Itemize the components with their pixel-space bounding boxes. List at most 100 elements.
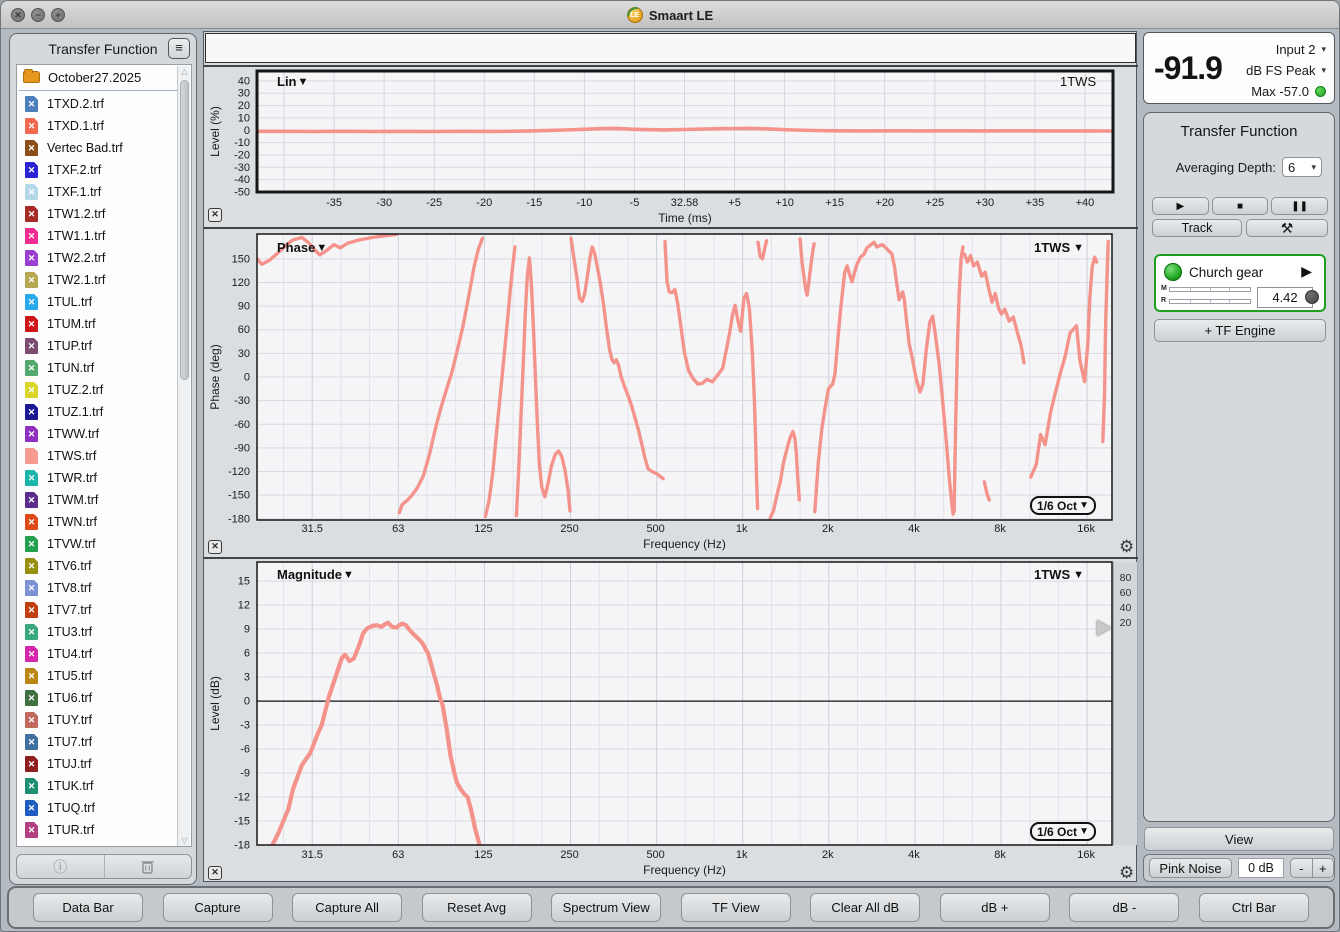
coherence-pointer[interactable] (1097, 620, 1111, 636)
list-item[interactable]: ✕1TU4.trf (17, 643, 191, 665)
list-item[interactable]: ✕1TUZ.1.trf (17, 401, 191, 423)
list-item[interactable]: ✕1TWM.trf (17, 489, 191, 511)
list-item[interactable]: ✕1TUK.trf (17, 775, 191, 797)
list-item[interactable]: ✕1TU7.trf (17, 731, 191, 753)
toolbar-button-db-[interactable]: dB + (940, 893, 1050, 922)
list-item[interactable]: ✕1TWR.trf (17, 467, 191, 489)
phase-settings-button[interactable]: ⚙ (1119, 538, 1134, 555)
title-bar[interactable]: ✕ − + LE Smaart LE (1, 1, 1339, 29)
level-minus-button[interactable]: - (1290, 858, 1313, 878)
trf-file-icon: ✕ (25, 272, 38, 288)
lin-title-dropdown[interactable]: Lin▼ (277, 74, 308, 89)
info-button[interactable]: ⓘ (17, 855, 104, 878)
scrollbar[interactable]: △ ▽ (177, 66, 190, 847)
magnitude-settings-button[interactable]: ⚙ (1119, 864, 1134, 881)
list-item[interactable]: ✕1TUR.trf (17, 819, 191, 841)
lin-close-button[interactable]: ✕ (208, 208, 222, 222)
magnitude-plot[interactable]: 31.5631252505001k2k4k8k16k15129630-3-6-9… (204, 559, 1138, 885)
list-item[interactable]: ✕1TUM.trf (17, 313, 191, 335)
list-item[interactable]: ✕1TUL.trf (17, 291, 191, 313)
list-item[interactable]: ✕1TUN.trf (17, 357, 191, 379)
toolbar-button-tf-view[interactable]: TF View (681, 893, 791, 922)
trf-file-icon: ✕ (25, 294, 38, 310)
engine-play-button[interactable]: ▶ (1301, 263, 1312, 280)
generator-level-field[interactable]: 0 dB (1238, 858, 1284, 878)
list-item[interactable]: ✕Vertec Bad.trf (17, 137, 191, 159)
play-button[interactable]: ▶ (1152, 197, 1209, 215)
toolbar-button-db-[interactable]: dB - (1069, 893, 1179, 922)
magnitude-close-button[interactable]: ✕ (208, 866, 222, 880)
list-item[interactable]: ✕1TW1.1.trf (17, 225, 191, 247)
lin-plot[interactable]: -35-30-25-20-15-10-532.58+5+10+15+20+25+… (204, 67, 1138, 229)
list-item[interactable]: ✕1TU5.trf (17, 665, 191, 687)
magnitude-legend-dropdown[interactable]: 1TWS▼ (1034, 567, 1084, 582)
sidebar-menu-button[interactable]: ≡ (168, 38, 190, 59)
folder-divider-bottom (19, 845, 189, 847)
toolbar-button-spectrum-view[interactable]: Spectrum View (551, 893, 661, 922)
folder-row[interactable]: October27.2025 (17, 65, 191, 89)
toolbar-button-capture-all[interactable]: Capture All (292, 893, 402, 922)
list-item[interactable]: ✕1TU3.trf (17, 621, 191, 643)
list-item[interactable]: ✕1TU6.trf (17, 687, 191, 709)
list-item[interactable]: ✕1TW2.2.trf (17, 247, 191, 269)
list-item[interactable]: ✕1TXD.2.trf (17, 93, 191, 115)
list-item[interactable]: ✕1TXF.2.trf (17, 159, 191, 181)
close-icon: ✕ (211, 209, 219, 219)
phase-legend-dropdown[interactable]: 1TWS▼ (1034, 240, 1084, 255)
list-item[interactable]: 1TWS.trf (17, 445, 191, 467)
input-select[interactable]: Input 2▾ (1246, 39, 1326, 60)
list-item[interactable]: ✕1TUZ.2.trf (17, 379, 191, 401)
magnitude-title-dropdown[interactable]: Magnitude▼ (277, 567, 354, 582)
list-item[interactable]: ✕1TV8.trf (17, 577, 191, 599)
toolbar-button-capture[interactable]: Capture (163, 893, 273, 922)
pause-button[interactable]: ❚❚ (1271, 197, 1328, 215)
scroll-down-icon[interactable]: ▽ (178, 835, 191, 847)
svg-text:6: 6 (244, 648, 250, 660)
add-tf-engine-button[interactable]: + TF Engine (1154, 319, 1326, 342)
list-item[interactable]: ✕1TUJ.trf (17, 753, 191, 775)
meter-unit-select[interactable]: dB FS Peak▾ (1246, 60, 1326, 81)
tf-engine[interactable]: Church gear ▶ M R 4.42 (1154, 254, 1326, 312)
m-slider[interactable] (1169, 287, 1251, 292)
scrollbar-thumb[interactable] (180, 80, 189, 380)
list-item[interactable]: ✕1TUQ.trf (17, 797, 191, 819)
file-list[interactable]: October27.2025 ✕1TXD.2.trf✕1TXD.1.trf✕Ve… (16, 64, 192, 847)
phase-octave-button[interactable]: 1/6 Oct▼ (1030, 496, 1096, 515)
list-item[interactable]: ✕1TWW.trf (17, 423, 191, 445)
list-item[interactable]: ✕1TW1.2.trf (17, 203, 191, 225)
phase-title-dropdown[interactable]: Phase▼ (277, 240, 327, 255)
level-plus-button[interactable]: + (1313, 858, 1335, 878)
list-item[interactable]: ✕1TXD.1.trf (17, 115, 191, 137)
tools-button[interactable]: ⚒ (1246, 219, 1328, 237)
list-item[interactable]: ✕1TW2.1.trf (17, 269, 191, 291)
list-item[interactable]: ✕1TV6.trf (17, 555, 191, 577)
trf-file-icon: ✕ (25, 360, 38, 376)
delete-button[interactable] (104, 855, 192, 878)
toolbar-button-reset-avg[interactable]: Reset Avg (422, 893, 532, 922)
scroll-up-icon[interactable]: △ (178, 66, 191, 78)
stop-button[interactable]: ■ (1212, 197, 1269, 215)
panel-title: Transfer Function (1144, 123, 1334, 140)
svg-text:31.5: 31.5 (301, 849, 322, 861)
pink-noise-button[interactable]: Pink Noise (1149, 858, 1232, 878)
list-item[interactable]: ✕1TV7.trf (17, 599, 191, 621)
list-item[interactable]: ✕1TUY.trf (17, 709, 191, 731)
track-button[interactable]: Track (1152, 219, 1242, 237)
averaging-depth-select[interactable]: 6▾ (1282, 157, 1322, 177)
list-item[interactable]: ✕1TUP.trf (17, 335, 191, 357)
svg-text:30: 30 (238, 348, 250, 360)
r-slider[interactable] (1169, 299, 1251, 304)
view-button[interactable]: View (1144, 827, 1334, 851)
phase-close-button[interactable]: ✕ (208, 540, 222, 554)
phase-plot[interactable]: 31.5631252505001k2k4k8k16k1501209060300-… (204, 229, 1138, 559)
list-item[interactable]: ✕1TVW.trf (17, 533, 191, 555)
magnitude-octave-button[interactable]: 1/6 Oct▼ (1030, 822, 1096, 841)
trf-file-icon: ✕ (25, 580, 38, 596)
toolbar-button-ctrl-bar[interactable]: Ctrl Bar (1199, 893, 1309, 922)
toolbar-button-clear-all-db[interactable]: Clear All dB (810, 893, 920, 922)
list-item[interactable]: ✕1TXF.1.trf (17, 181, 191, 203)
record-dot[interactable] (1305, 290, 1319, 304)
toolbar-button-data-bar[interactable]: Data Bar (33, 893, 143, 922)
list-item[interactable]: ✕1TWN.trf (17, 511, 191, 533)
svg-text:1k: 1k (736, 523, 748, 535)
